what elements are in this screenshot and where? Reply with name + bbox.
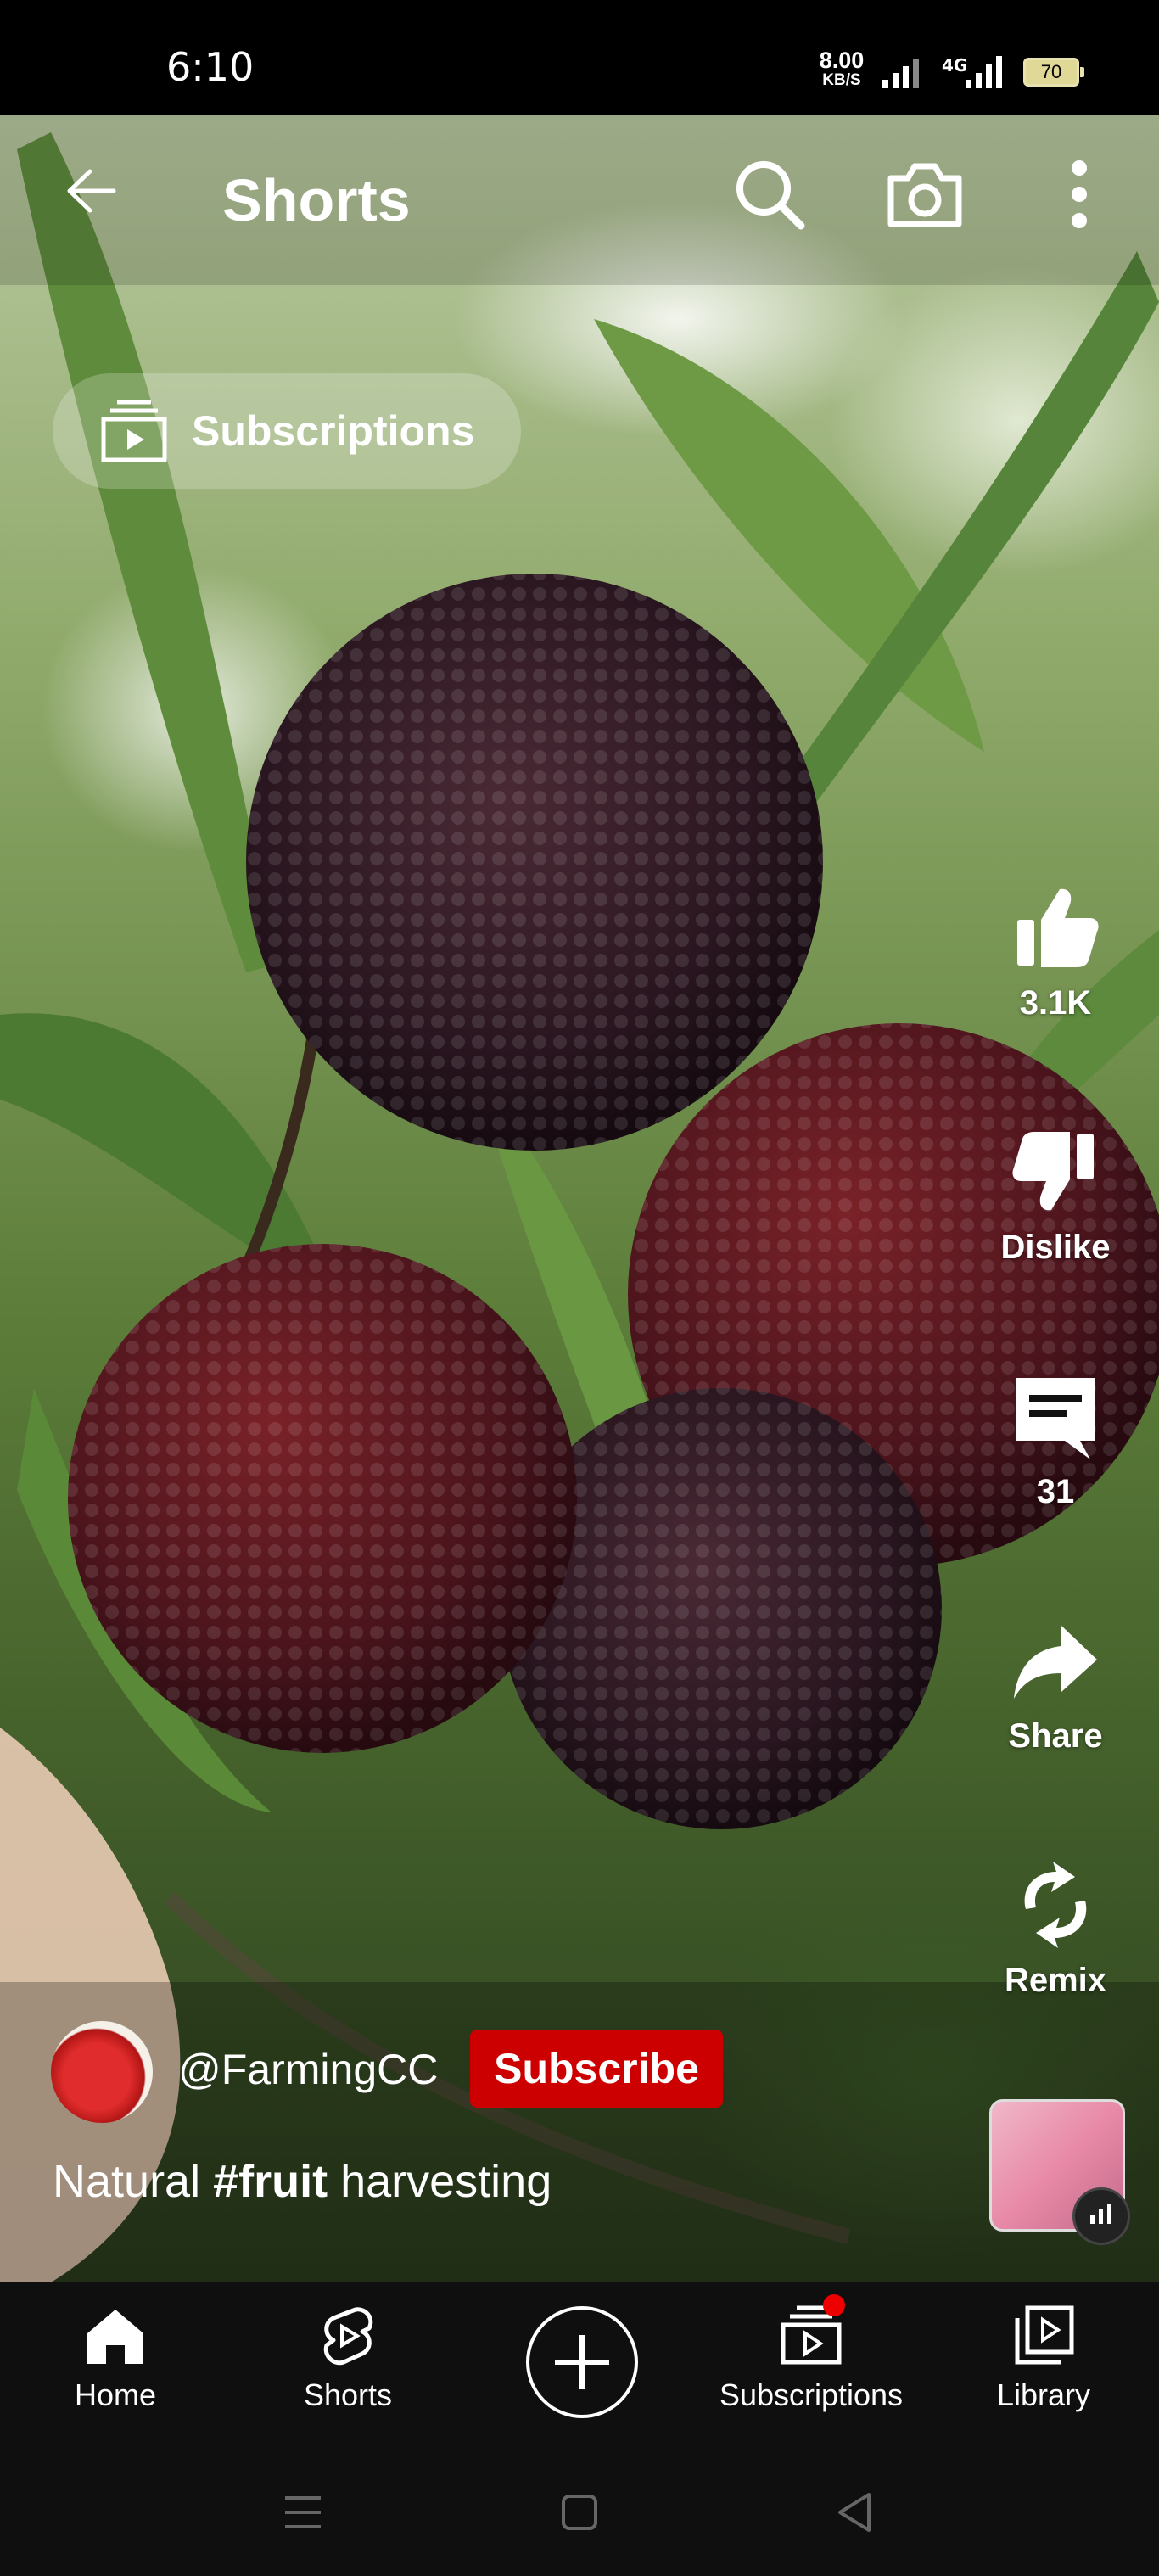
thumbs-down-icon [1012, 1132, 1094, 1211]
library-icon [1015, 2305, 1074, 2365]
network-type-label: 4G [942, 55, 967, 76]
comment-count: 31 [1036, 1473, 1075, 1510]
recent-apps-icon[interactable] [283, 2493, 322, 2532]
share-button[interactable]: Share [988, 1614, 1123, 1756]
arrow-left-icon[interactable] [61, 161, 120, 221]
nav-library-label: Library [996, 2377, 1091, 2412]
bottom-navigation: Home Shorts Subscriptions Library [0, 2282, 1159, 2452]
status-bar: 6:10 8.00 KB/S 4G 70 [0, 0, 1159, 115]
camera-icon[interactable] [884, 156, 966, 232]
remix-button[interactable]: Remix [988, 1858, 1123, 2000]
subscriptions-icon [101, 400, 167, 462]
dislike-label: Dislike [1000, 1229, 1111, 1266]
signal-icon [882, 59, 919, 88]
comments-button[interactable]: 31 [988, 1369, 1123, 1511]
channel-avatar[interactable] [51, 2021, 153, 2123]
create-plus-icon[interactable] [526, 2306, 638, 2418]
caption-hashtag[interactable]: #fruit [213, 2156, 328, 2207]
status-time: 6:10 [166, 44, 255, 90]
nav-shorts[interactable]: Shorts [272, 2282, 424, 2452]
home-system-icon[interactable] [560, 2493, 599, 2532]
channel-handle[interactable]: @FarmingCC [178, 2045, 438, 2094]
battery-indicator: 70 [1023, 58, 1084, 87]
share-icon [1014, 1626, 1097, 1699]
remix-label: Remix [1004, 1962, 1107, 1999]
nav-library[interactable]: Library [967, 2282, 1120, 2452]
nav-subscriptions[interactable]: Subscriptions [709, 2282, 913, 2452]
video-caption[interactable]: Natural #fruit harvesting [53, 2155, 552, 2208]
caption-text-after: harvesting [328, 2156, 552, 2207]
nav-subscriptions-label: Subscriptions [719, 2377, 904, 2412]
caption-text-before: Natural [53, 2156, 214, 2207]
nav-shorts-label: Shorts [303, 2377, 393, 2412]
comment-icon [1016, 1378, 1095, 1459]
nav-home-label: Home [74, 2377, 157, 2412]
thumbs-up-icon [1017, 888, 1099, 967]
subscribe-button[interactable]: Subscribe [470, 2030, 723, 2108]
notification-dot [823, 2294, 845, 2316]
audio-wave-icon [1072, 2187, 1130, 2245]
page-title: Shorts [222, 167, 411, 233]
search-icon[interactable] [731, 156, 808, 232]
like-count: 3.1K [1019, 984, 1092, 1022]
back-system-icon[interactable] [835, 2491, 874, 2534]
subscriptions-chip-label: Subscriptions [192, 407, 475, 455]
signal-4g-icon: 4G [942, 55, 1002, 88]
like-button[interactable]: 3.1K [988, 881, 1123, 1022]
system-navigation-bar [0, 2452, 1159, 2576]
network-speed: 8.00 KB/S [819, 48, 865, 89]
dislike-button[interactable]: Dislike [988, 1125, 1123, 1267]
more-vertical-icon[interactable] [1052, 156, 1106, 232]
nav-home[interactable]: Home [39, 2282, 192, 2452]
remix-icon [1024, 1862, 1087, 1948]
subscriptions-chip[interactable]: Subscriptions [53, 373, 521, 489]
home-icon [87, 2310, 143, 2364]
shorts-icon [323, 2307, 373, 2366]
share-label: Share [1008, 1717, 1103, 1755]
